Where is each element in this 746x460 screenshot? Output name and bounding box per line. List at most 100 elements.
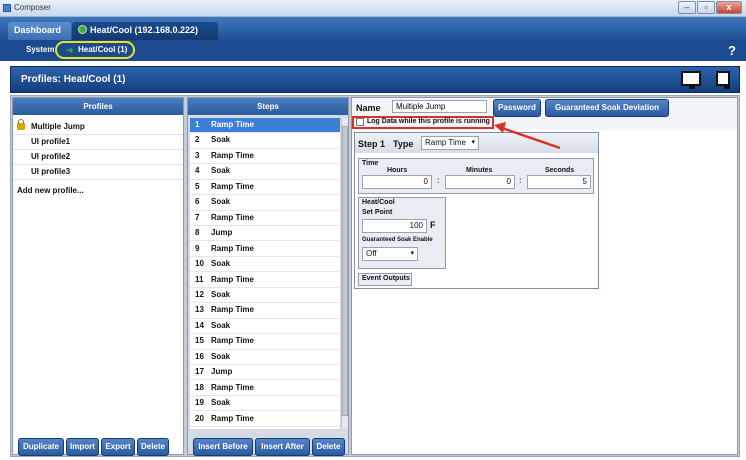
step-name: Soak [211, 398, 231, 408]
soak-enable-select[interactable]: Off ▾ [362, 247, 418, 261]
step-name: Ramp Time [211, 212, 254, 222]
step-number: 18 [195, 382, 204, 392]
step-number: 12 [195, 289, 204, 299]
step-row[interactable]: 19 Soak [190, 396, 340, 412]
set-point-label: Set Point [362, 209, 393, 216]
step-name: Soak [211, 351, 231, 361]
step-row[interactable]: 10 Soak [190, 257, 340, 273]
minutes-label: Minutes [466, 167, 493, 174]
seconds-label: Seconds [545, 167, 575, 174]
step-name: Ramp Time [211, 413, 254, 423]
event-outputs-group[interactable]: Event Outputs [358, 273, 412, 286]
profile-item[interactable]: UI profile1 [13, 135, 183, 150]
monitor-icon[interactable] [681, 71, 701, 89]
step-row[interactable]: 18 Ramp Time [190, 381, 340, 396]
insert-after-button[interactable]: Insert After [255, 438, 310, 456]
minutes-input[interactable]: 0 [445, 175, 515, 189]
window-title: Composer [14, 3, 51, 12]
step-row[interactable]: 7 Ramp Time [190, 211, 340, 226]
insert-before-button[interactable]: Insert Before [193, 438, 253, 456]
close-button[interactable]: x [716, 1, 742, 14]
step-name: Soak [211, 197, 231, 207]
profile-item[interactable]: Multiple Jump [13, 119, 183, 135]
step-number-label: Step 1 [358, 139, 386, 149]
set-point-input[interactable]: 100 [362, 219, 427, 233]
step-row[interactable]: 16 Soak [190, 350, 340, 366]
profiles-panel: Profiles Multiple Jump UI profile1 UI pr… [12, 97, 184, 456]
monitor-small-icon[interactable] [716, 71, 730, 89]
window-titlebar: Composer – ▫ x [0, 0, 746, 17]
breadcrumb-heatcool[interactable]: Heat/Cool (1) [78, 45, 127, 54]
profile-item[interactable]: UI profile2 [13, 150, 183, 165]
breadcrumb-system[interactable]: System [26, 45, 54, 54]
duplicate-button[interactable]: Duplicate [18, 438, 64, 456]
step-row[interactable]: 2 Soak [190, 133, 340, 149]
step-row[interactable]: 20 Ramp Time [190, 412, 340, 427]
tab-heatcool[interactable]: Heat/Cool (192.168.0.222) [72, 22, 218, 51]
step-number: 1 [195, 120, 200, 129]
step-number: 4 [195, 166, 200, 176]
step-row[interactable]: 5 Ramp Time [190, 180, 340, 196]
steps-panel: Steps 1 Ramp Time 2 Soak 3 Ramp Time 4 Soak 5 Ram… [187, 97, 349, 456]
chevron-down-icon: ▾ [410, 250, 414, 257]
step-type-select[interactable]: Ramp Time ▾ [421, 136, 479, 150]
add-profile-link[interactable]: Add new profile... [17, 186, 84, 195]
profile-item-label: Multiple Jump [31, 122, 85, 131]
heatcool-group: Heat/Cool Set Point 100 F Guaranteed Soa… [358, 197, 446, 269]
step-name: Ramp Time [211, 243, 254, 253]
step-number: 6 [195, 197, 200, 207]
help-icon[interactable]: ? [728, 43, 736, 58]
step-number: 13 [195, 305, 204, 315]
step-row[interactable]: 11 Ramp Time [190, 273, 340, 288]
time-group: Time Hours Minutes Seconds 0 : 0 : 5 [358, 158, 594, 194]
steps-list: 1 Ramp Time 2 Soak 3 Ramp Time 4 Soak 5 Ramp Time… [190, 118, 340, 429]
delete-profile-button[interactable]: Delete [137, 438, 169, 456]
step-name: Ramp Time [211, 274, 254, 284]
step-row[interactable]: 8 Jump [190, 226, 340, 242]
minimize-button[interactable]: – [678, 1, 696, 14]
soak-enable-value: Off [366, 249, 377, 258]
chevron-down-icon: ▾ [471, 139, 475, 146]
type-label: Type [393, 139, 414, 149]
tab-heatcool-label: Heat/Cool (192.168.0.222) [90, 25, 199, 35]
step-detail-area: Name Password Guaranteed Soak Deviation … [351, 97, 738, 455]
seconds-input[interactable]: 5 [527, 175, 591, 189]
step-row[interactable]: 12 Soak [190, 288, 340, 304]
step-row[interactable]: 1 Ramp Time [190, 118, 340, 134]
time-separator: : [519, 176, 522, 185]
step-number: 20 [195, 413, 204, 423]
tab-dashboard[interactable]: Dashboard [8, 22, 71, 40]
step-row[interactable]: 6 Soak [190, 195, 340, 211]
step-row[interactable]: 14 Soak [190, 319, 340, 335]
steps-scrollbar[interactable] [341, 118, 348, 429]
step-row[interactable]: 13 Ramp Time [190, 303, 340, 319]
step-row[interactable]: 9 Ramp Time [190, 242, 340, 257]
step-number: 15 [195, 336, 204, 346]
import-button[interactable]: Import [66, 438, 99, 456]
soak-enable-label: Guaranteed Soak Enable [362, 237, 433, 243]
hours-input[interactable]: 0 [362, 175, 432, 189]
log-data-label: Log Data while this profile is running [367, 118, 490, 125]
guaranteed-soak-deviation-button[interactable]: Guaranteed Soak Deviation [545, 99, 669, 117]
step-number: 3 [195, 150, 200, 160]
steps-scrollbar-thumb[interactable] [342, 126, 348, 416]
step-number: 9 [195, 243, 200, 253]
step-row[interactable]: 3 Ramp Time [190, 149, 340, 165]
step-editor: Step 1 Type Ramp Time ▾ Time Hours Minut… [354, 132, 599, 289]
log-data-checkbox[interactable] [356, 118, 364, 126]
profile-item[interactable]: UI profile3 [13, 165, 183, 180]
step-name: Ramp Time [211, 305, 254, 315]
step-row[interactable]: 4 Soak [190, 164, 340, 180]
step-name: Ramp Time [211, 120, 254, 129]
export-button[interactable]: Export [101, 438, 135, 456]
step-name: Jump [211, 228, 233, 238]
step-row[interactable]: 17 Jump [190, 365, 340, 381]
delete-step-button[interactable]: Delete [312, 438, 345, 456]
step-name: Soak [211, 289, 231, 299]
step-row[interactable]: 15 Ramp Time [190, 334, 340, 350]
annotation-arrow-icon [494, 122, 561, 150]
profile-name-input[interactable] [392, 100, 487, 113]
step-number: 8 [195, 228, 200, 238]
password-button[interactable]: Password [493, 99, 541, 117]
restore-button[interactable]: ▫ [697, 1, 715, 14]
